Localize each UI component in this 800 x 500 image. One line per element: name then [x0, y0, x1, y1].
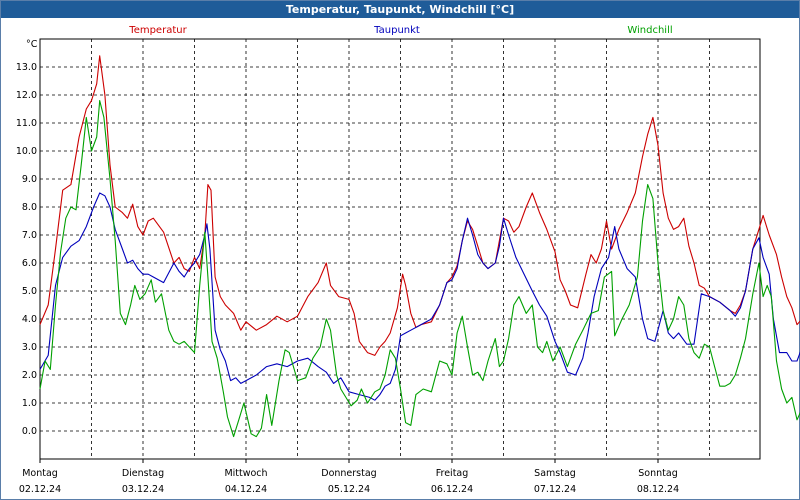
y-tick-labels: °C 0.0 1.0 2.0 3.0 4.0 5.0 6.0 7.0 8.0 9.0 10.0 11.0…: [16, 39, 38, 437]
legend-taupunkt: Taupunkt: [373, 25, 420, 36]
y-tick-label: 5.0: [22, 286, 37, 297]
y-tick-label: 11.0: [16, 118, 37, 129]
y-tick-label: 2.0: [22, 370, 37, 381]
x-tick-date: 06.12.24: [431, 484, 473, 495]
plot-frame: [39, 38, 761, 460]
x-tick-date: 08.12.24: [637, 484, 679, 495]
y-tick-label: 8.0: [22, 202, 37, 213]
x-tick-labels: Montag 02.12.24 Dienstag 03.12.24 Mittwoch 04…: [19, 459, 679, 495]
y-tick-label: 4.0: [22, 314, 37, 325]
y-tick-label: 0.0: [22, 426, 37, 437]
x-tick-weekday: Sonntag: [638, 468, 677, 479]
x-tick-weekday: Samstag: [534, 468, 576, 479]
x-tick-date: 07.12.24: [534, 484, 576, 495]
x-tick-weekday: Montag: [22, 468, 58, 479]
y-tick-label: 7.0: [22, 230, 37, 241]
x-tick-date: 05.12.24: [328, 484, 370, 495]
y-tick-label: 12.0: [16, 90, 37, 101]
series-lines: [39, 55, 800, 438]
y-tick-label: 9.0: [22, 174, 37, 185]
legend-windchill: Windchill: [627, 25, 672, 36]
y-tick-label: 1.0: [22, 398, 37, 409]
temperature-chart: °C 0.0 1.0 2.0 3.0 4.0 5.0 6.0 7.0 8.0 9.0 10.0 11.0…: [16, 25, 800, 495]
grid-lines: [40, 39, 760, 459]
y-tick-label: 6.0: [22, 258, 37, 269]
legend-temperatur: Temperatur: [128, 25, 187, 36]
x-tick-weekday: Dienstag: [122, 468, 164, 479]
x-tick-weekday: Freitag: [436, 468, 469, 479]
x-tick-weekday: Donnerstag: [321, 468, 376, 479]
y-tick-label: 13.0: [16, 62, 37, 73]
x-tick-date: 02.12.24: [19, 484, 61, 495]
y-tick-label: 3.0: [22, 342, 37, 353]
series-line-temperatur: [39, 55, 800, 356]
y-tick-label: 10.0: [16, 146, 37, 157]
x-tick-date: 04.12.24: [225, 484, 267, 495]
x-tick-date: 03.12.24: [122, 484, 164, 495]
y-axis-label: °C: [26, 39, 38, 50]
x-tick-weekday: Mittwoch: [224, 468, 267, 479]
legend: Temperatur Taupunkt Windchill: [128, 25, 672, 36]
axes: [39, 38, 761, 460]
